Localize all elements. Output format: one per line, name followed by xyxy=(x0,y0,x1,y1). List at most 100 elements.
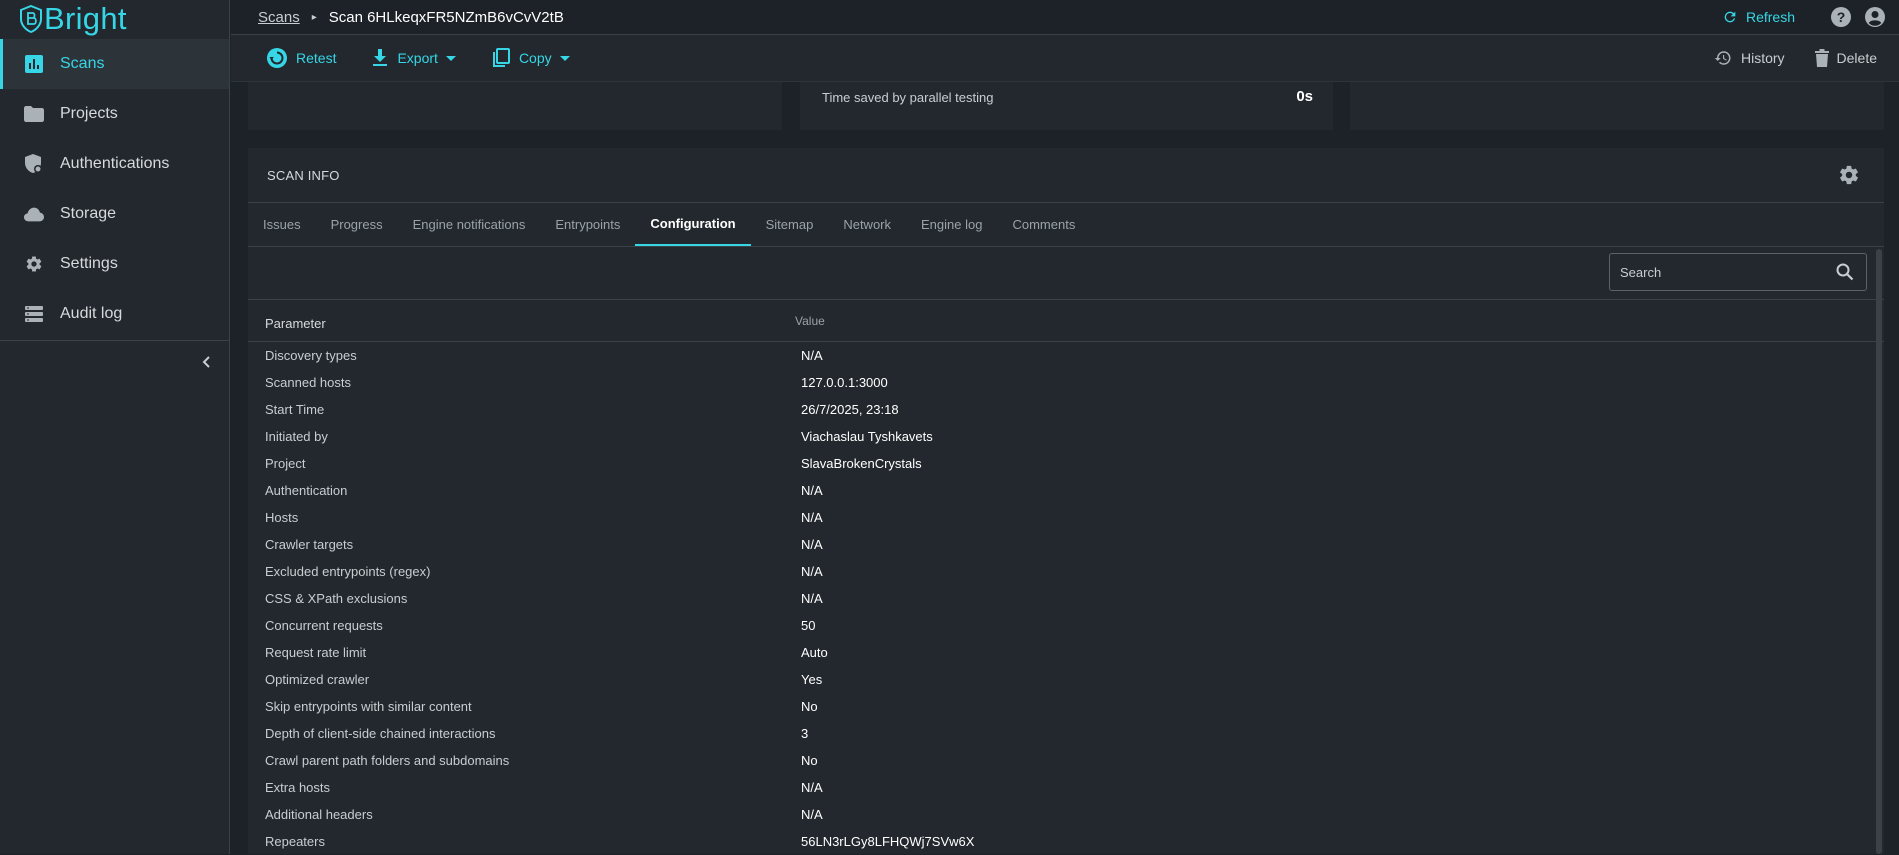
retest-label: Retest xyxy=(296,50,337,66)
sidebar-item-audit-log[interactable]: Audit log xyxy=(0,289,229,339)
value-cell: N/A xyxy=(801,780,823,795)
table-row: Skip entrypoints with similar content No xyxy=(248,693,1884,720)
value-cell: 3 xyxy=(801,726,809,741)
value-cell: 127.0.0.1:3000 xyxy=(801,375,888,390)
parameter-cell: Initiated by xyxy=(265,429,328,444)
parameter-cell: Hosts xyxy=(265,510,299,525)
help-icon[interactable]: ? xyxy=(1831,7,1851,27)
sidebar-item-label: Projects xyxy=(60,105,118,122)
account-icon[interactable] xyxy=(1865,7,1885,27)
export-button[interactable]: Export xyxy=(372,49,456,67)
history-icon xyxy=(1714,51,1731,65)
value-cell: N/A xyxy=(801,537,823,552)
search-input[interactable] xyxy=(1610,263,1834,281)
download-icon xyxy=(373,49,388,66)
tab-engine-notifications[interactable]: Engine notifications xyxy=(398,203,541,246)
value-cell: Viachaslau Tyshkavets xyxy=(801,429,933,444)
scrollbar[interactable] xyxy=(1876,249,1882,854)
settings-gear-icon[interactable] xyxy=(1838,164,1860,186)
table-row: Crawl parent path folders and subdomains… xyxy=(248,747,1884,774)
table-row: Request rate limit Auto xyxy=(248,639,1884,666)
scan-info-title: SCAN INFO xyxy=(267,167,340,183)
sidebar-item-authentications[interactable]: Authentications xyxy=(0,139,229,189)
history-button[interactable]: History xyxy=(1713,49,1785,67)
parameter-cell: Crawler targets xyxy=(265,537,354,552)
sidebar-item-label: Settings xyxy=(60,255,118,272)
table-row: Depth of client-side chained interaction… xyxy=(248,720,1884,747)
tab-issues[interactable]: Issues xyxy=(248,203,316,246)
table-row: Scanned hosts 127.0.0.1:3000 xyxy=(248,369,1884,396)
tab-configuration[interactable]: Configuration xyxy=(635,203,751,246)
bright-shield-icon xyxy=(20,5,42,33)
sidebar-item-storage[interactable]: Storage xyxy=(0,189,229,239)
trash-icon xyxy=(1814,49,1829,67)
parameter-cell: Depth of client-side chained interaction… xyxy=(265,726,496,741)
value-cell: SlavaBrokenCrystals xyxy=(801,456,922,471)
refresh-button[interactable]: Refresh xyxy=(1722,9,1795,25)
table-row: Initiated by Viachaslau Tyshkavets xyxy=(248,423,1884,450)
parameter-cell: Concurrent requests xyxy=(265,618,383,633)
value-cell: 50 xyxy=(801,618,816,633)
breadcrumb-scans-link[interactable]: Scans xyxy=(258,9,300,26)
column-header-parameter: Parameter xyxy=(265,316,326,331)
sidebar-item-label: Audit log xyxy=(60,305,123,322)
sidebar-divider xyxy=(0,340,229,341)
svg-text:?: ? xyxy=(1837,9,1846,25)
folder-icon xyxy=(24,104,44,124)
config-table-header: Parameter Value xyxy=(248,300,1884,342)
parameter-cell: Crawl parent path folders and subdomains xyxy=(265,753,510,768)
tab-sitemap[interactable]: Sitemap xyxy=(751,203,829,246)
top-bar-actions: Refresh ? xyxy=(1722,0,1885,34)
sidebar: Bright Scans Projects Authentications St… xyxy=(0,0,230,854)
parameter-cell: Project xyxy=(265,456,306,471)
summary-card-left xyxy=(248,82,782,130)
sidebar-item-label: Authentications xyxy=(60,155,170,172)
sidebar-item-projects[interactable]: Projects xyxy=(0,89,229,139)
tab-entrypoints[interactable]: Entrypoints xyxy=(540,203,635,246)
parameter-cell: Optimized crawler xyxy=(265,672,370,687)
logo[interactable]: Bright xyxy=(0,0,229,38)
table-row: Discovery types N/A xyxy=(248,342,1884,369)
retest-button[interactable]: Retest xyxy=(267,48,336,68)
copy-label: Copy xyxy=(518,50,552,66)
sidebar-item-label: Storage xyxy=(60,205,117,222)
tab-comments[interactable]: Comments xyxy=(997,203,1090,246)
parameter-cell: Skip entrypoints with similar content xyxy=(265,699,472,714)
value-cell: 56LN3rLGy8LFHQWj7SVw6X xyxy=(801,834,975,849)
refresh-label: Refresh xyxy=(1745,9,1795,25)
tab-network[interactable]: Network xyxy=(828,203,906,246)
search-icon[interactable] xyxy=(1834,261,1856,283)
parameter-cell: Request rate limit xyxy=(265,645,367,660)
export-label: Export xyxy=(397,50,438,66)
value-cell: No xyxy=(801,753,818,768)
logo-text: Bright xyxy=(44,1,127,36)
value-cell: No xyxy=(801,699,818,714)
value-cell: N/A xyxy=(801,348,823,363)
parameter-cell: Scanned hosts xyxy=(265,375,352,390)
caret-down-icon xyxy=(445,55,456,61)
tab-progress[interactable]: Progress xyxy=(316,203,398,246)
table-row: CSS & XPath exclusions N/A xyxy=(248,585,1884,612)
sidebar-item-settings[interactable]: Settings xyxy=(0,239,229,289)
summary-cards: Time saved by parallel testing 0s xyxy=(248,82,1884,130)
history-label: History xyxy=(1740,50,1785,66)
copy-button[interactable]: Copy xyxy=(492,48,570,68)
list-icon xyxy=(24,304,44,324)
sidebar-item-scans[interactable]: Scans xyxy=(0,39,229,89)
caret-down-icon xyxy=(559,55,570,61)
sidebar-item-label: Scans xyxy=(60,55,105,72)
delete-button[interactable]: Delete xyxy=(1814,49,1877,67)
table-row: Repeaters 56LN3rLGy8LFHQWj7SVw6X xyxy=(248,828,1884,855)
parameter-cell: Additional headers xyxy=(265,807,373,822)
value-cell: N/A xyxy=(801,510,823,525)
collapse-sidebar-button[interactable] xyxy=(198,354,214,370)
table-row: Hosts N/A xyxy=(248,504,1884,531)
config-table-body: Discovery types N/A Scanned hosts 127.0.0.1… xyxy=(248,342,1884,855)
auth-icon xyxy=(24,154,44,174)
time-saved-value: 0s xyxy=(1296,88,1313,105)
delete-label: Delete xyxy=(1836,50,1877,66)
value-cell: Yes xyxy=(801,672,823,687)
tab-engine-log[interactable]: Engine log xyxy=(906,203,997,246)
gear-icon xyxy=(24,254,44,274)
table-row: Extra hosts N/A xyxy=(248,774,1884,801)
